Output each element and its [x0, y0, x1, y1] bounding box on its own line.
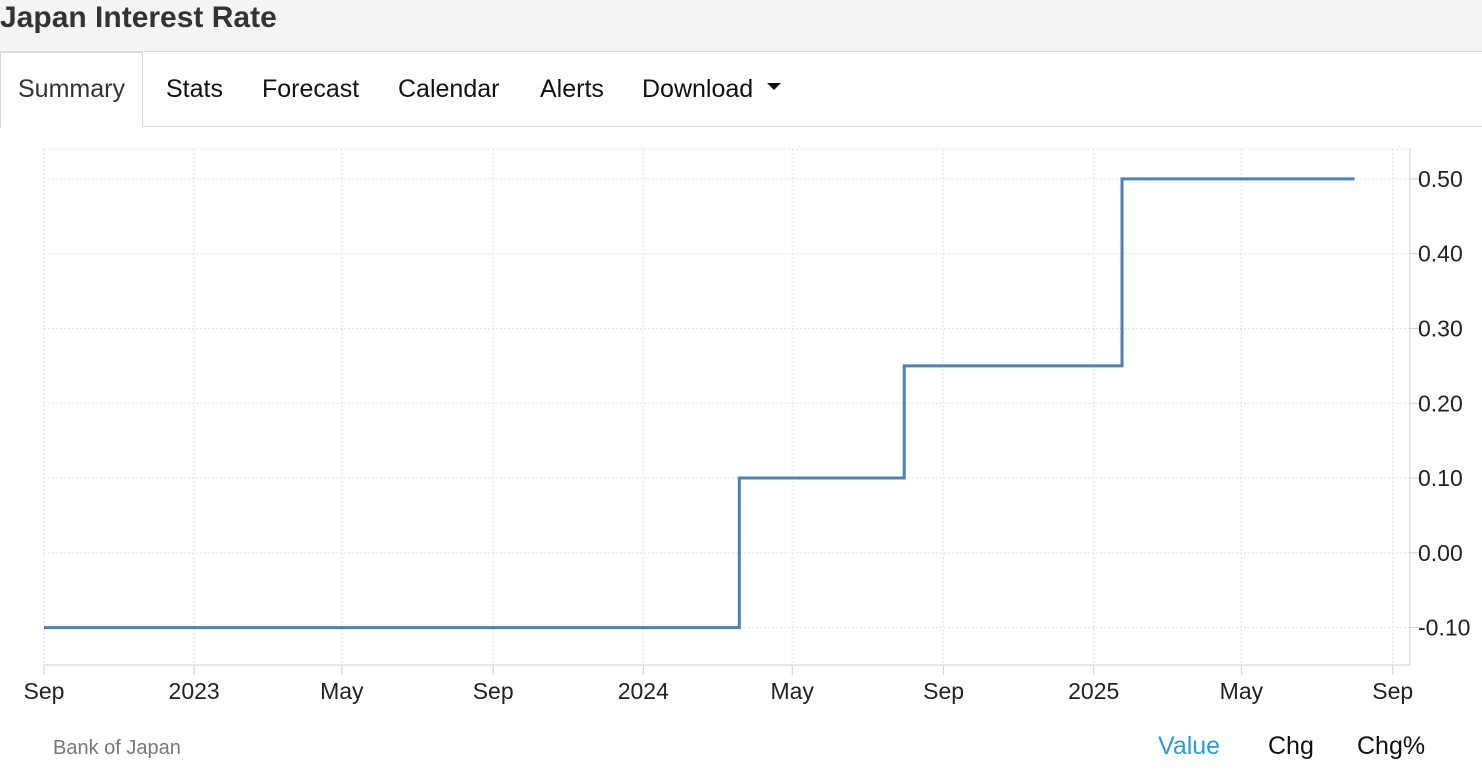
chart-area: -0.10 0.00 0.10 0.20 0.30 0.40 0.50 Sep 2023 May… — [0, 127, 1482, 707]
title-bar: Japan Interest Rate — [0, 0, 1482, 52]
x-tick-label: Sep — [473, 678, 514, 704]
x-tick-label: 2025 — [1068, 678, 1119, 704]
y-tick-label: 0.50 — [1418, 166, 1463, 192]
tab-forecast[interactable]: Forecast — [262, 52, 359, 126]
x-tick-label: 2023 — [169, 678, 220, 704]
tab-download[interactable]: Download — [642, 52, 782, 126]
x-ticks: Sep 2023 May Sep 2024 May Sep 2025 May Sep — [24, 665, 1413, 704]
caret-down-icon — [767, 82, 782, 90]
x-tick-label: Sep — [923, 678, 964, 704]
tab-summary[interactable]: Summary — [0, 52, 143, 128]
source-label: Bank of Japan — [53, 737, 181, 759]
axes — [44, 149, 1411, 666]
y-grid — [44, 148, 1410, 629]
x-tick-label: May — [320, 678, 364, 704]
y-tick-label: -0.10 — [1418, 615, 1470, 641]
y-tick-label: 0.00 — [1418, 540, 1463, 566]
y-tick-label: 0.30 — [1418, 315, 1463, 341]
x-tick-label: 2024 — [618, 678, 669, 704]
x-tick-label: Sep — [1372, 678, 1413, 704]
y-tick-label: 0.10 — [1418, 465, 1463, 491]
view-chg-pct-button[interactable]: Chg% — [1357, 732, 1425, 761]
view-chg-button[interactable]: Chg — [1268, 732, 1314, 761]
y-tick-label: 0.40 — [1418, 241, 1463, 267]
x-tick-label: May — [770, 678, 814, 704]
tab-alerts[interactable]: Alerts — [540, 52, 604, 126]
view-value-button[interactable]: Value — [1158, 732, 1220, 761]
y-ticks: -0.10 0.00 0.10 0.20 0.30 0.40 0.50 — [1410, 166, 1470, 641]
x-tick-label: May — [1220, 678, 1264, 704]
x-grid — [43, 149, 1394, 665]
tab-bar: Summary Stats Forecast Calendar Alerts D… — [0, 52, 1482, 128]
page-title: Japan Interest Rate — [0, 1, 277, 34]
tab-download-label: Download — [642, 75, 754, 103]
y-tick-label: 0.20 — [1418, 390, 1463, 416]
x-tick-label: Sep — [24, 678, 65, 704]
tab-calendar[interactable]: Calendar — [398, 52, 499, 126]
tab-stats[interactable]: Stats — [166, 52, 223, 126]
interest-rate-chart: -0.10 0.00 0.10 0.20 0.30 0.40 0.50 Sep 2023 May… — [24, 148, 1470, 704]
